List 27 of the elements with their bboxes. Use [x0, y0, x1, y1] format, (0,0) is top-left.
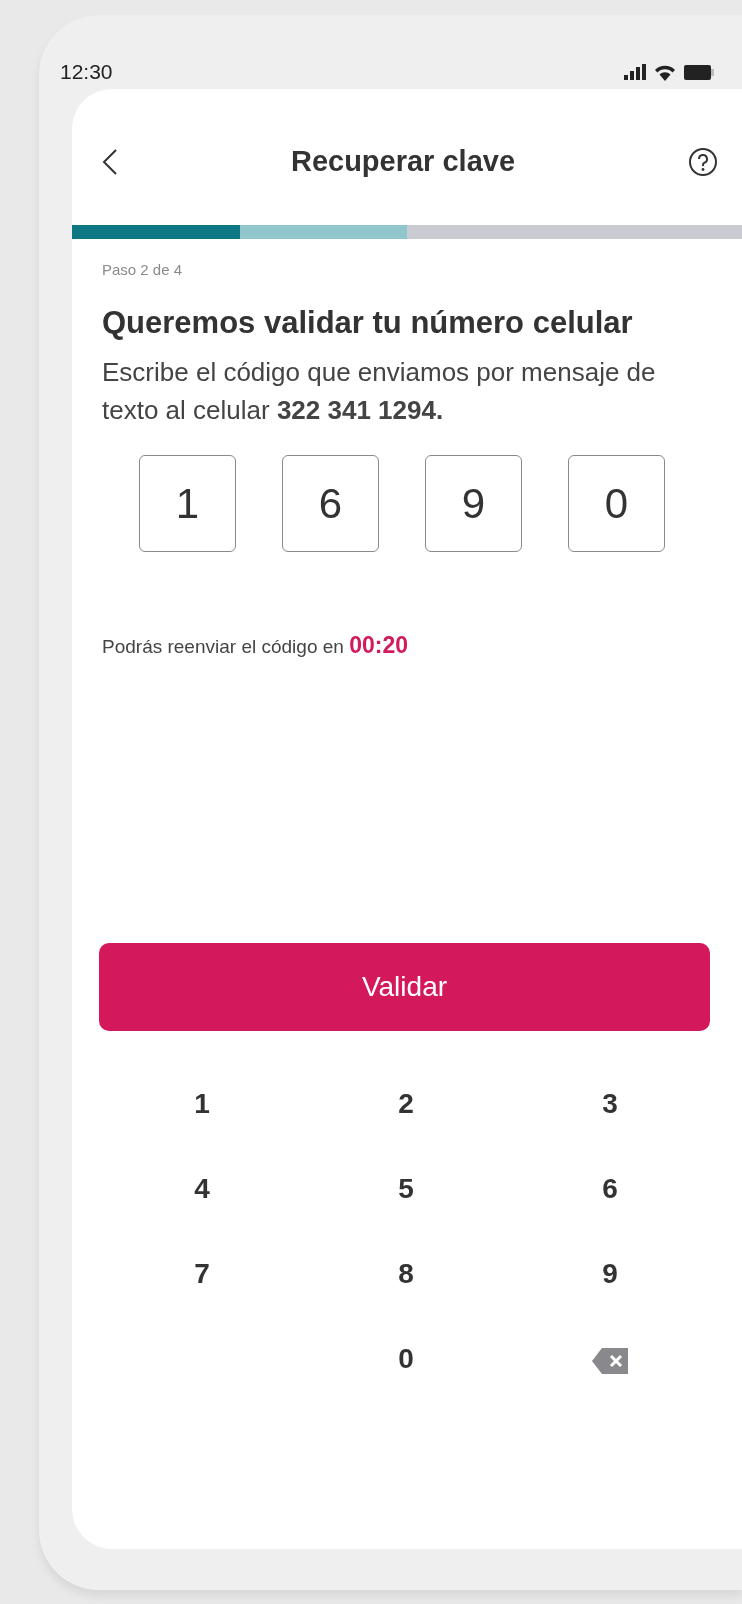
screen-title: Recuperar clave [290, 144, 516, 180]
battery-icon [684, 64, 714, 80]
signal-icon [624, 64, 646, 80]
description: Escribe el código que enviamos por mensaje de texto al celular 322 341 1294. [102, 356, 657, 427]
code-digit-field[interactable]: 9 [425, 455, 522, 553]
keypad-key[interactable]: 2 [384, 1079, 428, 1130]
heading: Queremos validar tu número celular [102, 303, 634, 342]
back-icon[interactable] [102, 148, 118, 176]
keypad-key[interactable]: 0 [384, 1334, 428, 1385]
wifi-icon [654, 63, 676, 81]
code-digit-field[interactable]: 6 [282, 455, 379, 553]
status-time: 12:30 [60, 59, 113, 86]
keypad-key[interactable]: 1 [180, 1079, 224, 1130]
validate-button[interactable]: Validar [99, 942, 710, 1031]
keypad-key[interactable]: 6 [588, 1164, 632, 1215]
backspace-icon [590, 1346, 630, 1376]
keypad-key[interactable]: 7 [180, 1249, 224, 1300]
keypad-key[interactable]: 9 [588, 1249, 632, 1300]
code-digit-field[interactable]: 1 [139, 455, 236, 553]
help-icon[interactable] [688, 147, 718, 177]
step-label: Paso 2 de 4 [102, 260, 184, 280]
keypad-key[interactable]: 3 [588, 1079, 632, 1130]
code-digit-field[interactable]: 0 [568, 455, 665, 553]
resend-text: Podrás reenviar el código en 00:20 [102, 631, 409, 661]
keypad-key[interactable]: 8 [384, 1249, 428, 1300]
keypad-key[interactable]: 5 [384, 1164, 428, 1215]
keypad-key[interactable]: 4 [180, 1164, 224, 1215]
